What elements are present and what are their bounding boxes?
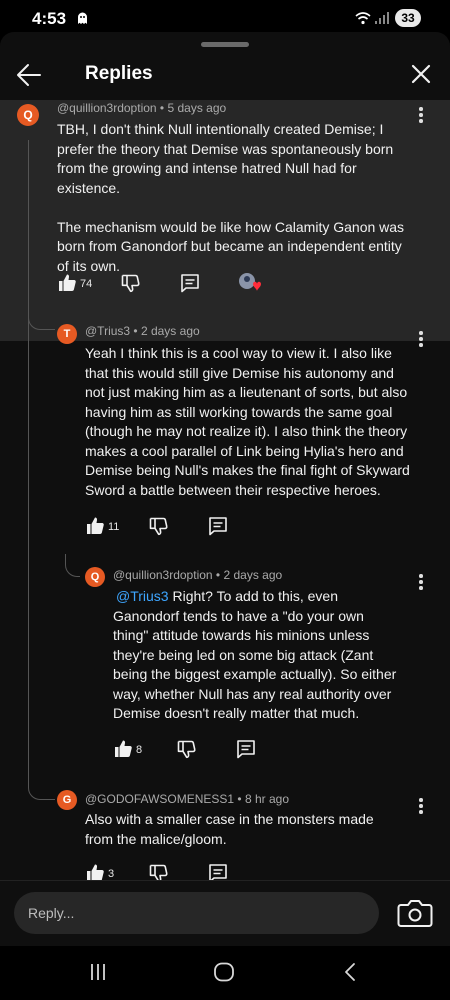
- comment-age: 2 days ago: [140, 324, 200, 338]
- thumbs-up-icon[interactable]: [57, 273, 77, 293]
- comment-author[interactable]: @GODOFAWSOMENESS1: [85, 792, 234, 806]
- comment-text: Also with a smaller case in the monsters…: [85, 811, 374, 847]
- mention-link[interactable]: @Trius3: [116, 588, 169, 604]
- thumbs-down-icon[interactable]: [176, 739, 196, 759]
- avatar[interactable]: Q: [85, 567, 105, 587]
- thumbs-up-icon[interactable]: [85, 863, 105, 880]
- comment-meta: @GODOFAWSOMENESS1 • 8 hr ago: [85, 792, 290, 806]
- avatar[interactable]: Q: [17, 104, 39, 126]
- thumbs-up-icon[interactable]: [113, 739, 133, 759]
- camera-icon[interactable]: [393, 893, 437, 933]
- more-vertical-icon[interactable]: [419, 798, 425, 816]
- comment-author[interactable]: @quillion3rdoption: [113, 568, 213, 582]
- more-vertical-icon[interactable]: [419, 107, 425, 125]
- comment-age: 8 hr ago: [244, 792, 290, 806]
- close-icon[interactable]: [410, 63, 432, 85]
- creator-heart-icon: [239, 273, 261, 291]
- thumbs-up-icon[interactable]: [85, 516, 105, 536]
- thread-connector: [65, 554, 80, 577]
- like-count: 74: [80, 278, 93, 290]
- more-vertical-icon[interactable]: [419, 574, 425, 592]
- notification-ghost-icon: [78, 12, 87, 24]
- reply-icon[interactable]: [180, 273, 200, 293]
- comment-author[interactable]: @quillion3rdoption: [57, 101, 157, 115]
- thumbs-down-icon[interactable]: [148, 863, 168, 880]
- comment-text: @Trius3 Right? To add to this, even Gano…: [113, 587, 403, 724]
- like-count: 3: [108, 868, 115, 880]
- reply-placeholder: Reply...: [28, 905, 75, 921]
- comment-author[interactable]: @Trius3: [85, 324, 130, 338]
- comment-age: 5 days ago: [167, 101, 227, 115]
- system-navigation-bar: [0, 946, 450, 1000]
- battery-indicator: 33: [395, 9, 421, 27]
- reply-icon[interactable]: [236, 739, 256, 759]
- recent-apps-icon[interactable]: [88, 962, 108, 982]
- like-count: 11: [108, 521, 120, 533]
- thread-connector: [28, 329, 55, 800]
- comment-meta: @quillion3rdoption • 5 days ago: [57, 101, 227, 115]
- arrow-left-icon[interactable]: [14, 60, 44, 90]
- drag-handle[interactable]: [201, 42, 249, 47]
- reply-icon[interactable]: [208, 516, 228, 536]
- signal-icon: [375, 12, 389, 24]
- comment-text: TBH, I don't think Null intentionally cr…: [57, 121, 405, 274]
- avatar[interactable]: T: [57, 324, 77, 344]
- status-time: 4:53: [32, 9, 67, 28]
- thread-connector: [28, 307, 55, 330]
- thumbs-down-icon[interactable]: [148, 516, 168, 536]
- home-icon[interactable]: [213, 962, 235, 982]
- thumbs-down-icon[interactable]: [120, 273, 140, 293]
- like-count: 8: [136, 744, 143, 756]
- page-title: Replies: [85, 63, 153, 84]
- replies-panel: Replies Q @quillion3rdoption • 5 days ag…: [0, 32, 450, 880]
- reply-icon[interactable]: [208, 863, 228, 880]
- comment-age: 2 days ago: [223, 568, 283, 582]
- status-bar: 4:53 33: [0, 0, 450, 36]
- comment-meta: @quillion3rdoption • 2 days ago: [113, 568, 283, 582]
- avatar[interactable]: G: [57, 790, 77, 810]
- comment-text: Yeah I think this is a cool way to view …: [85, 345, 410, 498]
- reply-composer: Reply...: [0, 880, 450, 947]
- more-vertical-icon[interactable]: [419, 331, 425, 349]
- back-icon[interactable]: [340, 962, 360, 982]
- wifi-icon: [355, 12, 371, 25]
- comment-text-body: Right? To add to this, even Ganondorf te…: [113, 588, 397, 721]
- reply-input[interactable]: Reply...: [14, 892, 379, 934]
- comment-meta: @Trius3 • 2 days ago: [85, 324, 200, 338]
- replies-header: Replies: [0, 52, 450, 100]
